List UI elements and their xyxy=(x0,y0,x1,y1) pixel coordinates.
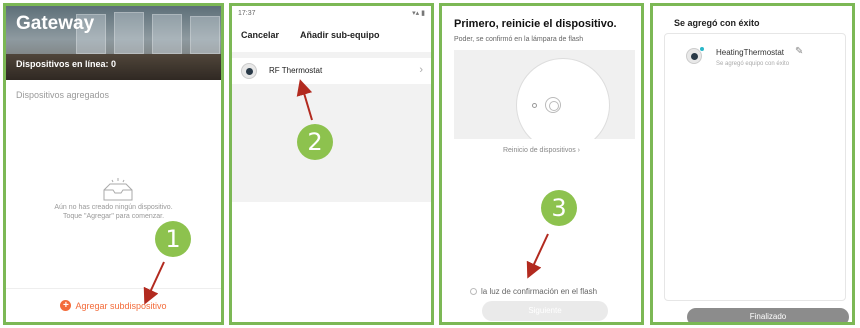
radio-icon xyxy=(470,288,477,295)
added-success-screen: Se agregó con éxito HeatingThermostat ✎ … xyxy=(650,3,855,325)
status-time: 17:37 xyxy=(238,10,256,17)
step-marker-1: 1 xyxy=(155,221,191,257)
empty-box-icon xyxy=(103,178,133,201)
list-item-rf-thermostat[interactable]: RF Thermostat › xyxy=(232,58,431,84)
device-illustration xyxy=(454,50,635,139)
nav-bar: Cancelar Añadir sub-equipo xyxy=(232,28,431,46)
chevron-right-icon: › xyxy=(419,64,423,76)
instruction-text: Poder, se confirmó en la lámpara de flas… xyxy=(454,36,584,43)
status-bar: 17:37 ▾▴ ▮ xyxy=(232,6,431,22)
online-badge xyxy=(699,46,705,52)
thermostat-illustration xyxy=(516,58,610,139)
page-title: Primero, reinicie el dispositivo. xyxy=(454,18,617,30)
add-subdevice-button[interactable]: + Agregar subdispositivo xyxy=(6,288,221,322)
confirm-flash-label: la luz de confirmación en el flash xyxy=(481,287,598,296)
online-devices-count: Dispositivos en línea: 0 xyxy=(16,59,117,69)
add-subdevice-screen: 17:37 ▾▴ ▮ Cancelar Añadir sub-equipo RF… xyxy=(229,3,434,325)
done-button[interactable]: Finalizado xyxy=(687,308,849,322)
page-title: Se agregó con éxito xyxy=(674,18,760,28)
step-marker-3: 3 xyxy=(541,190,577,226)
device-type-list: RF Thermostat › xyxy=(232,52,431,202)
plus-icon: + xyxy=(60,300,72,311)
page-title: Gateway xyxy=(16,13,95,34)
device-name: HeatingThermostat xyxy=(716,48,785,57)
gateway-screen: Gateway Dispositivos en línea: 0 Disposi… xyxy=(3,3,224,325)
add-subdevice-label: Agregar subdispositivo xyxy=(75,300,167,311)
section-label: Dispositivos agregados xyxy=(16,90,110,100)
edit-icon[interactable]: ✎ xyxy=(795,46,803,57)
empty-state-message: Aún no has creado ningún dispositivo. To… xyxy=(54,204,173,220)
confirm-flash-checkbox[interactable]: la luz de confirmación en el flash xyxy=(470,287,597,296)
signal-battery-icon: ▾▴ ▮ xyxy=(412,10,425,17)
page-title: Añadir sub-equipo xyxy=(300,30,380,40)
step-marker-2: 2 xyxy=(297,124,333,160)
cancel-button[interactable]: Cancelar xyxy=(241,30,279,40)
added-device-card: HeatingThermostat ✎ Se agregó equipo con… xyxy=(664,33,849,322)
reset-devices-link[interactable]: Reinicio de dispositivos › xyxy=(442,147,641,154)
next-button[interactable]: Siguiente xyxy=(482,301,608,321)
thermostat-icon xyxy=(241,63,257,79)
led-indicator xyxy=(532,103,537,108)
list-item-label: RF Thermostat xyxy=(269,66,323,75)
device-status: Se agregó equipo con éxito xyxy=(716,61,790,67)
reset-device-screen: Primero, reinicie el dispositivo. Poder,… xyxy=(439,3,644,325)
reset-button-illustration xyxy=(545,97,561,113)
